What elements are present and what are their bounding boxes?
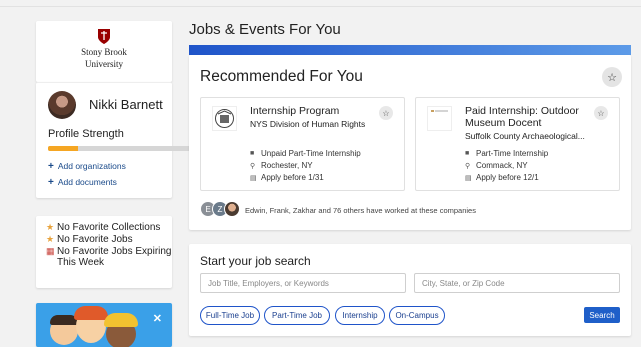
profile-strength-label: Profile Strength — [48, 128, 124, 140]
employer-logo-icon — [431, 110, 448, 112]
job-location-label: Commack, NY — [476, 161, 528, 170]
top-divider — [0, 6, 641, 7]
recommended-title: Recommended For You — [200, 68, 363, 85]
keyword-search-input[interactable]: Job Title, Employers, or Keywords — [200, 273, 406, 293]
add-organizations-label: Add organizations — [57, 161, 126, 171]
university-logo-card[interactable]: Stony Brook University — [36, 21, 172, 82]
job-location: ⚲ Commack, NY — [465, 161, 528, 170]
page-title: Jobs & Events For You — [189, 21, 341, 38]
internship-chip[interactable]: Internship — [335, 306, 385, 325]
job-card[interactable]: Paid Internship: Outdoor Museum Docent S… — [415, 97, 620, 191]
university-shield-icon — [98, 29, 110, 44]
illustration-hair-2 — [74, 306, 108, 320]
document-icon: ▤ — [250, 174, 257, 182]
favorite-job-button[interactable]: ☆ — [379, 106, 393, 120]
university-name-line2: University — [85, 59, 123, 69]
job-search-card: Start your job search Job Title, Employe… — [189, 244, 631, 336]
illustration-hat-3 — [104, 313, 138, 327]
job-type: ■ Part-Time Internship — [465, 149, 548, 158]
job-type-label: Unpaid Part-Time Internship — [261, 149, 361, 158]
favorite-job-button[interactable]: ☆ — [594, 106, 608, 120]
star-icon: ★ — [46, 234, 55, 244]
favorite-jobs-item[interactable]: ★ No Favorite Jobs — [46, 234, 172, 245]
favorite-expiring-label: No Favorite Jobs Expiring This Week — [57, 246, 172, 268]
job-location: ⚲ Rochester, NY — [250, 161, 313, 170]
briefcase-icon: ■ — [250, 150, 255, 157]
connections-avatars[interactable]: E Z — [200, 201, 240, 217]
add-documents-label: Add documents — [57, 177, 117, 187]
job-card[interactable]: Internship Program NYS Division of Human… — [200, 97, 405, 191]
state-seal-icon — [215, 109, 234, 128]
location-pin-icon: ⚲ — [250, 162, 256, 170]
full-time-job-chip[interactable]: Full-Time Job — [200, 306, 260, 325]
favorite-expiring-item[interactable]: ▦ No Favorite Jobs Expiring This Week — [46, 246, 172, 268]
profile-card: Nikki Barnett Profile Strength + Add orga… — [36, 82, 198, 198]
connections-text[interactable]: Edwin, Frank, Zakhar and 76 others have … — [245, 206, 476, 215]
plus-icon: + — [48, 161, 54, 172]
job-deadline: ▤ Apply before 1/31 — [250, 173, 324, 182]
job-title[interactable]: Internship Program — [250, 105, 380, 117]
recommended-card: Recommended For You ☆ Internship Program… — [189, 55, 631, 230]
profile-strength-fill — [48, 146, 78, 151]
close-icon[interactable]: ✕ — [153, 312, 162, 325]
job-deadline-label: Apply before 12/1 — [476, 173, 539, 182]
job-deadline: ▤ Apply before 12/1 — [465, 173, 539, 182]
favorite-jobs-label: No Favorite Jobs — [57, 234, 133, 245]
employer-logo — [212, 106, 237, 131]
profile-strength-bar — [48, 146, 198, 151]
job-type-label: Part-Time Internship — [476, 149, 549, 158]
add-organizations-link[interactable]: + Add organizations — [48, 161, 126, 172]
calendar-icon: ▦ — [46, 246, 55, 256]
promo-banner[interactable]: ✕ — [36, 303, 172, 347]
star-outline-icon: ☆ — [607, 71, 617, 84]
briefcase-icon: ■ — [465, 150, 470, 157]
job-title[interactable]: Paid Internship: Outdoor Museum Docent — [465, 105, 595, 129]
job-search-title: Start your job search — [200, 254, 311, 268]
job-deadline-label: Apply before 1/31 — [261, 173, 324, 182]
star-outline-icon: ☆ — [382, 108, 390, 118]
job-type: ■ Unpaid Part-Time Internship — [250, 149, 361, 158]
part-time-job-chip[interactable]: Part-Time Job — [264, 306, 330, 325]
on-campus-chip[interactable]: On-Campus — [389, 306, 445, 325]
star-icon: ★ — [46, 222, 55, 232]
university-name-line1: Stony Brook — [81, 47, 127, 57]
section-accent-bar — [189, 45, 631, 55]
favorites-card: ★ No Favorite Collections ★ No Favorite … — [36, 216, 172, 288]
document-icon: ▤ — [465, 174, 472, 182]
favorite-section-button[interactable]: ☆ — [602, 67, 622, 87]
connection-avatar-photo — [224, 201, 240, 217]
plus-icon: + — [48, 177, 54, 188]
job-employer[interactable]: Suffolk County Archaeological... — [465, 131, 595, 141]
job-location-label: Rochester, NY — [261, 161, 313, 170]
favorite-collections-item[interactable]: ★ No Favorite Collections — [46, 222, 172, 233]
profile-name[interactable]: Nikki Barnett — [89, 97, 163, 112]
location-search-input[interactable]: City, State, or Zip Code — [414, 273, 620, 293]
location-pin-icon: ⚲ — [465, 162, 471, 170]
employer-logo — [427, 106, 452, 131]
avatar[interactable] — [48, 91, 76, 119]
search-button[interactable]: Search — [584, 307, 620, 323]
add-documents-link[interactable]: + Add documents — [48, 177, 117, 188]
job-employer[interactable]: NYS Division of Human Rights — [250, 119, 380, 129]
star-outline-icon: ☆ — [597, 108, 605, 118]
favorite-collections-label: No Favorite Collections — [57, 222, 161, 233]
